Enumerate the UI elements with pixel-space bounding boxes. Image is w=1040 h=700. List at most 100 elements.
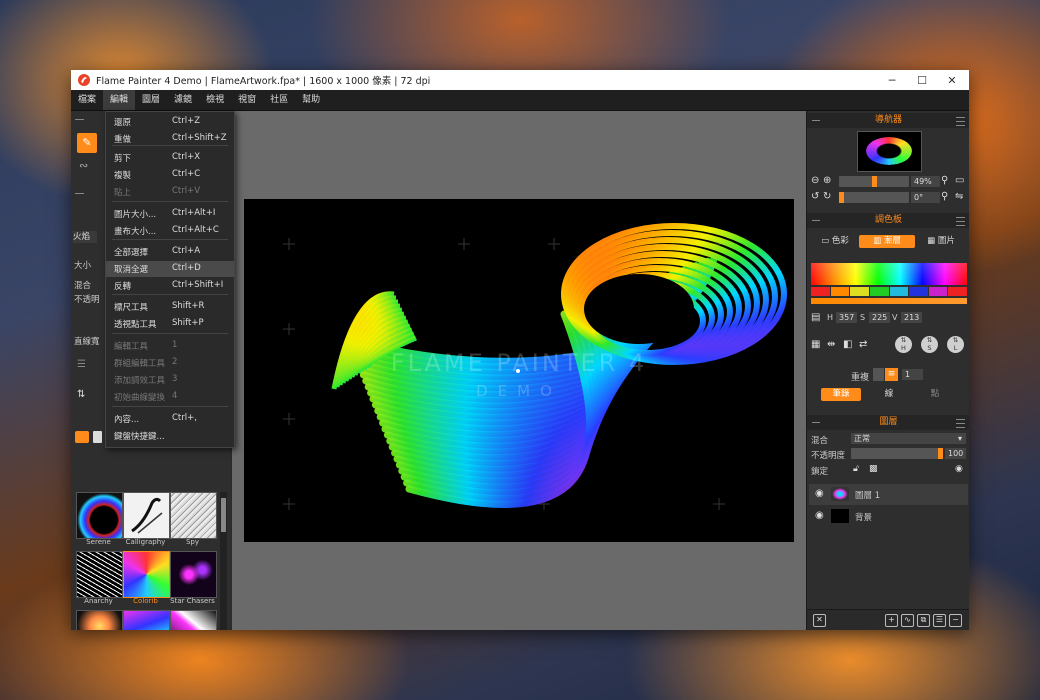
minimize-button[interactable]: ─ xyxy=(877,70,907,90)
brush-list-icon[interactable] xyxy=(93,431,102,443)
rotation-slider[interactable] xyxy=(839,192,909,203)
rotate-right-icon[interactable]: ↻ xyxy=(823,191,831,202)
value-value[interactable]: 213 xyxy=(901,312,922,323)
zoom-slider[interactable] xyxy=(839,176,909,187)
edit-menu-item[interactable]: 初始曲線變換 4 xyxy=(106,389,234,405)
brush-thumb-calligraphy[interactable] xyxy=(123,492,170,539)
brush-thumb-row3-a[interactable] xyxy=(76,610,123,630)
flame-brush-tool[interactable]: ✎ xyxy=(77,133,97,153)
palette-calc-icon[interactable]: ▤ xyxy=(811,312,820,323)
navigator-thumbnail[interactable] xyxy=(857,131,922,172)
edit-menu-item[interactable]: 編輯工具 1 xyxy=(106,338,234,354)
maximize-button[interactable]: ☐ xyxy=(907,70,937,90)
zoom-in-icon[interactable]: ⊕ xyxy=(823,175,831,186)
eye-icon[interactable]: ◉ xyxy=(815,488,824,499)
layer-row-2[interactable]: ◉ 背景 xyxy=(809,506,968,527)
brush-thumb-row3-b[interactable] xyxy=(123,610,170,630)
brush-thumb-spy[interactable] xyxy=(170,492,217,539)
brush-category-icon[interactable] xyxy=(75,431,89,443)
rotate-left-icon[interactable]: ↺ xyxy=(811,191,819,202)
mode-line-tab[interactable]: 線 xyxy=(869,388,909,401)
add-layer-icon[interactable]: + xyxy=(885,614,898,627)
menu-file[interactable]: 檔案 xyxy=(71,90,103,110)
layers-menu-icon[interactable] xyxy=(956,419,965,428)
palette-grid-icon[interactable]: ▦ xyxy=(811,339,820,350)
delete-layer-icon[interactable]: ✕ xyxy=(813,614,826,627)
brush-thumb-star-chasers[interactable] xyxy=(170,551,217,598)
tab-gradient[interactable]: ▥ 漸層 xyxy=(859,235,915,248)
palette-swap-icon[interactable]: ⇄ xyxy=(859,339,867,350)
artboard[interactable]: FLAME PAINTER 4 DEMO xyxy=(244,199,794,542)
brush-scrollbar[interactable] xyxy=(220,492,227,630)
mode-stroke-tab[interactable]: 筆錄 xyxy=(821,388,861,401)
menu-help[interactable]: 幫助 xyxy=(295,90,327,110)
lightness-shift-button[interactable]: ⇅ L xyxy=(947,336,964,353)
blend-mode-select[interactable]: 正常 ▾ xyxy=(851,433,966,444)
menu-view[interactable]: 檢視 xyxy=(199,90,231,110)
palette-half-icon[interactable]: ◧ xyxy=(843,339,852,350)
gradient-swatches[interactable] xyxy=(811,287,967,296)
edit-menu-item[interactable]: 圖片大小... Ctrl+Alt+I xyxy=(106,206,234,222)
close-button[interactable]: ✕ xyxy=(937,70,967,90)
edit-menu-item[interactable]: 添加調效工具 3 xyxy=(106,372,234,388)
eye-icon[interactable]: ◉ xyxy=(815,510,824,521)
remove-layer-icon[interactable]: − xyxy=(949,614,962,627)
edit-menu-item[interactable]: 透視點工具 Shift+P xyxy=(106,316,234,332)
repeat-mode-a[interactable] xyxy=(873,368,884,381)
gradient-stops-bar[interactable] xyxy=(811,298,967,304)
canvas-area[interactable]: FLAME PAINTER 4 DEMO xyxy=(232,111,806,630)
repeat-value[interactable]: 1 xyxy=(902,369,923,380)
palette-adjust-icon[interactable]: ⇹ xyxy=(827,339,835,350)
edit-menu-item[interactable]: 貼上 Ctrl+V xyxy=(106,184,234,200)
saturation-value[interactable]: 225 xyxy=(869,312,890,323)
edit-menu-item[interactable]: 全部選擇 Ctrl+A xyxy=(106,244,234,260)
zoom-search-icon[interactable]: ⚲ xyxy=(941,175,948,186)
edit-menu-item[interactable]: 取消全選 Ctrl+D xyxy=(106,261,234,277)
edit-menu-item[interactable]: 重做 Ctrl+Shift+Z xyxy=(106,131,234,147)
edit-menu-item[interactable]: 內容... Ctrl+, xyxy=(106,411,234,427)
palette-menu-icon[interactable] xyxy=(956,217,965,226)
repeat-mode-b[interactable]: ≡ xyxy=(885,368,898,381)
menu-filter[interactable]: 濾鏡 xyxy=(167,90,199,110)
duplicate-layer-icon[interactable]: ⧉ xyxy=(917,614,930,627)
tab-color[interactable]: ▭ 色彩 xyxy=(815,235,855,248)
brush-thumb-anarchy[interactable] xyxy=(76,551,123,598)
navigator-menu-icon[interactable] xyxy=(956,117,965,126)
edit-menu-item[interactable]: 還原 Ctrl+Z xyxy=(106,114,234,130)
reset-rotation-icon[interactable]: ⚲ xyxy=(941,191,948,202)
merge-layer-icon[interactable]: ☰ xyxy=(933,614,946,627)
layer-row-1[interactable]: ◉ 圖層 1 xyxy=(809,484,968,505)
lock-icon[interactable]: 🔓︎ xyxy=(853,464,859,474)
zoom-out-icon[interactable]: ⊖ xyxy=(811,175,819,186)
rotation-value[interactable]: 0° xyxy=(911,192,940,203)
menu-window[interactable]: 視窗 xyxy=(231,90,263,110)
menu-edit[interactable]: 編輯 xyxy=(103,90,136,110)
flip-icon[interactable]: ⇋ xyxy=(955,191,963,202)
layer-opacity-value[interactable]: 100 xyxy=(945,448,966,459)
visibility-toggle-icon[interactable]: ◉ xyxy=(955,464,963,474)
adjust-icon[interactable]: ⇅ xyxy=(77,389,85,400)
saturation-shift-button[interactable]: ⇅ S xyxy=(921,336,938,353)
lock-transparency-icon[interactable]: ▩ xyxy=(869,464,878,474)
edit-menu-item[interactable]: 群組編輯工具 2 xyxy=(106,355,234,371)
mode-point-tab[interactable]: 點 xyxy=(915,388,955,401)
brush-thumb-row3-c[interactable] xyxy=(170,610,217,630)
hue-shift-button[interactable]: ⇅ H xyxy=(895,336,912,353)
hue-value[interactable]: 357 xyxy=(836,312,857,323)
edit-menu-item[interactable]: 複製 Ctrl+C xyxy=(106,167,234,183)
edit-menu-item[interactable]: 鍵盤快捷鍵... xyxy=(106,428,234,444)
edit-menu-item[interactable]: 剪下 Ctrl+X xyxy=(106,150,234,166)
edit-menu-item[interactable]: 畫布大小... Ctrl+Alt+C xyxy=(106,223,234,239)
layer-effect-icon[interactable]: ∿ xyxy=(901,614,914,627)
settings-icon[interactable]: ☰ xyxy=(77,359,86,370)
tab-image[interactable]: ▦ 圖片 xyxy=(921,235,961,248)
gradient-spectrum[interactable] xyxy=(811,263,967,285)
menu-community[interactable]: 社區 xyxy=(263,90,295,110)
edit-menu-item[interactable]: 反轉 Ctrl+Shift+I xyxy=(106,278,234,294)
zoom-value[interactable]: 49% xyxy=(911,176,940,187)
layer-opacity-slider[interactable] xyxy=(851,448,943,459)
fit-screen-icon[interactable]: ▭ xyxy=(955,175,964,186)
brush-thumb-colorib[interactable] xyxy=(123,551,170,598)
brush-thumb-serene[interactable] xyxy=(76,492,123,539)
menu-layer[interactable]: 圖層 xyxy=(135,90,167,110)
